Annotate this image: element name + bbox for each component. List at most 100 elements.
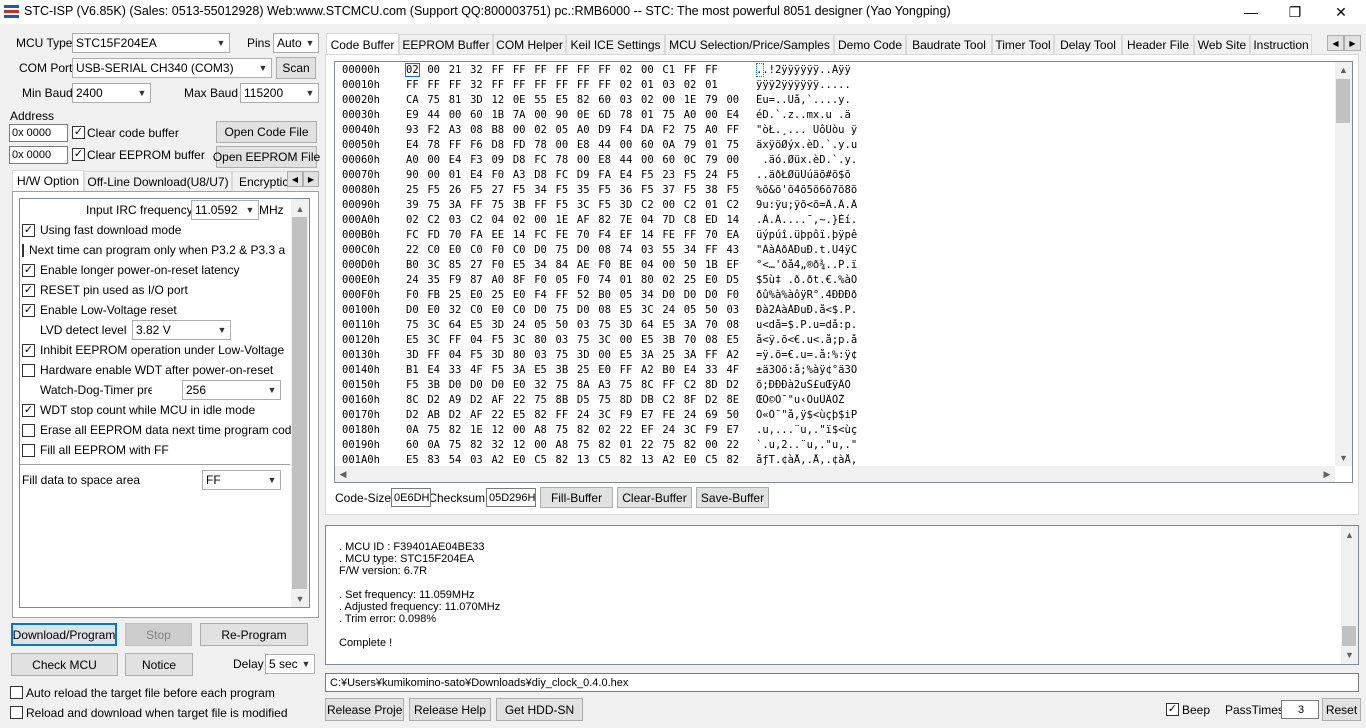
hex-row-bytes[interactable]: 22 C0 E0 C0 F0 C0 D0 75 D0 08 74 03 55 3… <box>406 244 739 256</box>
option-checkbox[interactable]: ✓ <box>22 303 35 317</box>
fill-buffer-button[interactable]: Fill-Buffer <box>540 487 613 508</box>
option-checkbox[interactable]: ✓ <box>22 263 35 277</box>
open-code-file-button[interactable]: Open Code File <box>216 121 317 143</box>
hex-row-ascii[interactable]: %õ&õ'õ4õ5õ6õ7õ8õ <box>756 184 857 196</box>
hex-row-bytes[interactable]: 75 3C 64 E5 3D 24 05 50 03 75 3D 64 E5 3… <box>406 319 739 331</box>
re-program-button[interactable]: Re-Program <box>200 623 308 646</box>
hex-row-bytes[interactable]: 02 C2 03 C2 04 02 00 1E AF 82 7E 04 7D C… <box>406 214 739 226</box>
tab-offline-download[interactable]: Off-Line Download(U8/U7) <box>84 171 232 191</box>
download-program-button[interactable]: Download/Program <box>11 623 117 646</box>
tab-delay-tool[interactable]: Delay Tool <box>1054 34 1122 54</box>
save-buffer-button[interactable]: Save-Buffer <box>696 487 769 508</box>
hex-row-ascii[interactable]: ÿÿÿ2ÿÿÿÿÿÿ..... <box>756 79 851 91</box>
hex-row-ascii[interactable]: ..äðŁØüÙúäõ#õ$õ <box>756 169 851 181</box>
hex-row-bytes[interactable]: 39 75 3A FF 75 3B FF F5 3C F5 3D C2 00 C… <box>406 199 739 211</box>
hex-row-bytes[interactable]: E5 3C FF 04 F5 3C 80 03 75 3C 00 E5 3B 7… <box>406 334 739 346</box>
option-checkbox[interactable] <box>22 423 35 437</box>
reload-modified-checkbox[interactable] <box>10 706 23 719</box>
scroll-up-icon[interactable]: ▲ <box>1335 62 1352 78</box>
option-fast-download[interactable]: ✓ Using fast download mode <box>22 220 181 240</box>
maximize-button[interactable]: ❐ <box>1272 0 1318 24</box>
checksum-field[interactable]: 05D296H <box>486 488 536 507</box>
hex-row-ascii[interactable]: "òŁ.¸... ÙôÚòu ÿ <box>756 124 857 136</box>
hex-row-ascii[interactable]: åƒT.¢àÅ‚.Å‚.¢àÅ‚ <box>756 454 857 466</box>
hex-row-bytes[interactable]: 8C D2 A9 D2 AF 22 75 8B D5 75 8D DB C2 8… <box>406 394 739 406</box>
hex-row-bytes[interactable]: B0 3C 85 27 F0 E5 34 84 AE F0 BE 04 00 5… <box>406 259 739 271</box>
tab-web-site[interactable]: Web Site <box>1194 34 1250 54</box>
scroll-thumb[interactable] <box>292 217 307 589</box>
stop-button[interactable]: Stop <box>125 623 192 646</box>
option-low-voltage-reset[interactable]: ✓ Enable Low-Voltage reset <box>22 300 177 320</box>
hex-row-ascii[interactable]: 9u:ÿu;ÿõ<õ=Â.Â.Â <box>756 199 857 211</box>
hex-row-ascii[interactable]: Ðà2ÀàÀÐuÐ.å<$.P. <box>756 304 857 316</box>
hex-row-ascii[interactable]: üýpúî.üþpôï.þÿpê <box>756 229 857 241</box>
tab-scroll-right-button[interactable]: ▶ <box>1344 35 1361 51</box>
tab-encryption[interactable]: Encryptic <box>232 171 288 191</box>
lvd-level-select[interactable]: 3.82 V ▼ <box>132 320 231 340</box>
scroll-up-icon[interactable]: ▲ <box>1341 527 1358 543</box>
scroll-down-icon[interactable]: ▼ <box>1335 450 1352 466</box>
max-baud-select[interactable]: 115200 ▼ <box>240 83 319 103</box>
option-checkbox[interactable] <box>22 243 24 257</box>
tab-baudrate-tool[interactable]: Baudrate Tool <box>906 34 992 54</box>
hex-row-bytes[interactable]: FC FD 70 FA EE 14 FC FE 70 F4 EF 14 FE F… <box>406 229 739 241</box>
clear-buffer-button[interactable]: Clear-Buffer <box>617 487 692 508</box>
tab-keil-ice-settings[interactable]: Keil ICE Settings <box>566 34 665 54</box>
code-address-input[interactable]: 0x 0000 <box>9 124 68 142</box>
beep-checkbox[interactable]: ✓ <box>1166 703 1179 716</box>
close-button[interactable]: ✕ <box>1318 0 1364 24</box>
notice-button[interactable]: Notice <box>125 653 193 676</box>
hex-row-bytes[interactable]: 02 00 21 32 FF FF FF FF FF FF 02 00 C1 F… <box>406 64 718 76</box>
delay-select[interactable]: 5 sec ▼ <box>265 654 315 674</box>
hex-row-ascii[interactable]: Êu=..Uå‚`....y. <box>756 94 851 106</box>
pass-times-field[interactable]: 3 <box>1281 700 1319 719</box>
hex-row-bytes[interactable]: FF FF FF 32 FF FF FF FF FF FF 02 01 03 0… <box>406 79 718 91</box>
option-fill-eeprom-ff[interactable]: Fill all EEPROM with FF <box>22 440 169 460</box>
hex-row-bytes[interactable]: CA 75 81 3D 12 0E 55 E5 82 60 03 02 00 1… <box>406 94 739 106</box>
hex-row-ascii[interactable]: .Â.Â....¯‚~.}Èí. <box>756 214 857 226</box>
scroll-down-icon[interactable]: ▼ <box>291 590 309 607</box>
hex-row-ascii[interactable]: °<…'ðå4„®ð¾..P.ï <box>756 259 857 271</box>
scroll-thumb[interactable] <box>1342 626 1356 646</box>
option-erase-eeprom[interactable]: Erase all EEPROM data next time program … <box>22 420 298 440</box>
com-port-select[interactable]: USB-SERIAL CH340 (COM3) ▼ <box>72 58 272 78</box>
clear-code-checkbox[interactable]: ✓ <box>72 126 85 139</box>
eeprom-address-input[interactable]: 0x 0000 <box>9 146 68 164</box>
hex-row-bytes[interactable]: 0A 75 82 1E 12 00 A8 75 82 02 22 EF 24 3… <box>406 424 739 436</box>
hex-row-ascii[interactable]: $5ù‡ .ð.ðt.€.%àÕ <box>756 274 857 286</box>
scroll-thumb[interactable] <box>1336 79 1350 123</box>
option-p32-p33[interactable]: Next time can program only when P3.2 & P… <box>22 240 286 260</box>
hex-row-ascii[interactable]: Ò«Ò¯"å‚ÿ$<ùçþ$iP <box>756 409 857 421</box>
pins-select[interactable]: Auto ▼ <box>273 33 319 53</box>
hex-row-bytes[interactable]: 25 F5 26 F5 27 F5 34 F5 35 F5 36 F5 37 F… <box>406 184 739 196</box>
release-project-button[interactable]: Release Project <box>325 698 404 721</box>
irc-frequency-select[interactable]: 11.0592 ▼ <box>191 200 259 220</box>
hex-row-ascii[interactable]: ..!2ÿÿÿÿÿÿ..Áÿÿ <box>756 64 851 76</box>
tab-instruction[interactable]: Instruction <box>1250 34 1312 54</box>
scroll-left-icon[interactable]: ◀ <box>335 466 351 482</box>
wdt-prescaler-select[interactable]: 256 ▼ <box>182 380 281 400</box>
hex-horizontal-scrollbar[interactable] <box>335 466 1335 482</box>
hex-row-bytes[interactable]: E9 44 00 60 1B 7A 00 90 0E 6D 78 01 75 A… <box>406 109 739 121</box>
mcu-type-select[interactable]: STC15F204EA ▼ <box>72 33 230 53</box>
hex-row-bytes[interactable]: D2 AB D2 AF 22 E5 82 FF 24 3C F9 E7 FE 2… <box>406 409 739 421</box>
option-inhibit-eeprom[interactable]: ✓ Inhibit EEPROM operation under Low-Volt… <box>22 340 284 360</box>
option-checkbox[interactable]: ✓ <box>22 403 35 417</box>
hex-row-bytes[interactable]: E4 78 FF F6 D8 FD 78 00 E8 44 00 60 0A 7… <box>406 139 739 151</box>
option-hw-enable-wdt[interactable]: Hardware enable WDT after power-on-reset <box>22 360 273 380</box>
min-baud-select[interactable]: 2400 ▼ <box>72 83 151 103</box>
hex-row-ascii[interactable]: å<ÿ.õ<€.u<.å;p.å <box>756 334 857 346</box>
option-checkbox[interactable] <box>22 443 35 457</box>
option-checkbox[interactable]: ✓ <box>22 343 35 357</box>
minimize-button[interactable]: — <box>1228 0 1274 24</box>
hex-row-ascii[interactable]: ðû%à%àôÿR°.4ÐÐÐð <box>756 289 857 301</box>
scan-button[interactable]: Scan <box>276 57 316 79</box>
hex-row-ascii[interactable]: .u‚...¨u‚."ï$<ùç <box>756 424 857 436</box>
get-hdd-sn-button[interactable]: Get HDD-SN <box>496 698 583 721</box>
option-checkbox[interactable] <box>22 363 35 377</box>
tab-hw-option[interactable]: H/W Option <box>12 170 84 191</box>
option-longer-reset-latency[interactable]: ✓ Enable longer power-on-reset latency <box>22 260 239 280</box>
hex-row-ascii[interactable]: .äó.Øüx.èD.`.y. <box>756 154 857 166</box>
hex-row-ascii[interactable]: ŒÒ©Ò¯"u‹ÕuÛÂÒŽ <box>756 394 845 406</box>
tab-scroll-right-button[interactable]: ▶ <box>303 171 319 187</box>
